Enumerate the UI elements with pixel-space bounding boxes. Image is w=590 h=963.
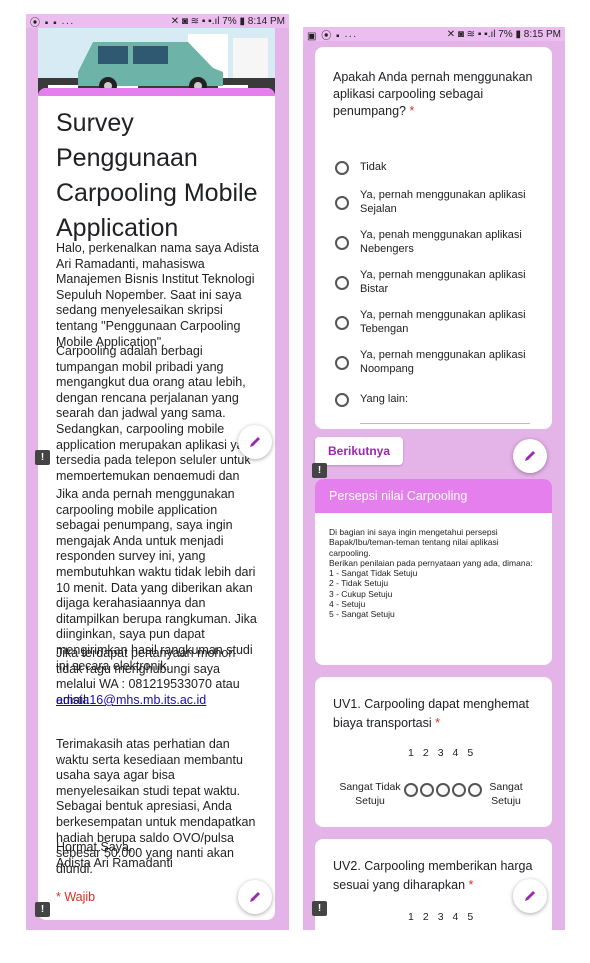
status-bar: ⦿ ▪ ▪ ··· ✕ ◙ ≋ ▪ ▪.ıl 7% ▮ 8:14 PM <box>26 14 289 29</box>
question-label: UV2. Carpooling memberikan harga sesuai … <box>333 859 533 892</box>
question-uv2-text: UV2. Carpooling memberikan harga sesuai … <box>333 857 538 895</box>
section-card: Persepsi nilai Carpooling Di bagian ini … <box>315 479 552 665</box>
option-nebengers[interactable]: Ya, penah menggunakan aplikasi Nebengers <box>335 229 540 256</box>
radio-button[interactable] <box>335 161 349 175</box>
scale-radio-5[interactable] <box>468 783 482 797</box>
option-label: Tidak <box>360 161 387 173</box>
scale-numbers: 1 2 3 4 5 <box>408 911 473 923</box>
option-noompang[interactable]: Ya, pernah menggunakan aplikasi Noompang <box>335 349 540 376</box>
scale-high-label: Sangat Setuju <box>489 781 523 807</box>
option-label: Ya, pernah menggunakan aplikasi Bistar <box>360 269 526 295</box>
question-card-uv1: UV1. Carpooling dapat menghemat biaya tr… <box>315 677 552 827</box>
scale-number: 4 <box>452 911 459 923</box>
pencil-icon <box>250 892 260 902</box>
desc-line: 5 - Sangat Setuju <box>329 609 395 620</box>
scale-low-label: Sangat Tidak Setuju <box>339 781 401 807</box>
scale-number: 3 <box>437 747 444 759</box>
option-tidak[interactable]: Tidak <box>335 157 540 175</box>
option-other[interactable]: Yang lain: <box>335 389 540 407</box>
option-bistar[interactable]: Ya, pernah menggunakan aplikasi Bistar <box>335 269 540 296</box>
left-bottom-screenshot: Jika anda pernah menggunakan carpooling … <box>26 480 289 930</box>
scale-number: 2 <box>422 911 429 923</box>
edit-button[interactable] <box>238 425 272 459</box>
scale-radio-1[interactable] <box>404 783 418 797</box>
report-flag-icon[interactable]: ! <box>35 902 50 917</box>
question-label: Apakah Anda pernah menggunakan aplikasi … <box>333 70 533 118</box>
status-bar: ▣ ⦿ ▪ ··· ✕ ◙ ≋ ▪ ▪.ıl 7% ▮ 8:15 PM <box>303 27 565 42</box>
status-right: ✕ ◙ ≋ ▪ ▪.ıl 7% ▮ 8:15 PM <box>446 28 561 40</box>
radio-button[interactable] <box>335 236 349 250</box>
form-title: Survey Penggunaan Carpooling Mobile Appl… <box>56 109 258 242</box>
signature-line-2: Adista Ari Ramadanti <box>56 856 173 870</box>
radio-button[interactable] <box>335 316 349 330</box>
option-label: Ya, penah menggunakan aplikasi Nebengers <box>360 229 522 255</box>
scale-number: 5 <box>467 747 474 759</box>
car-illustration-icon <box>38 28 275 96</box>
option-label: Ya, pernah menggunakan aplikasi Noompang <box>360 349 526 375</box>
scale-radio-4[interactable] <box>452 783 466 797</box>
intro-card-continued: Jika anda pernah menggunakan carpooling … <box>38 480 275 920</box>
option-sejalan[interactable]: Ya, pernah menggunakan aplikasi Sejalan <box>335 189 540 216</box>
status-icons: ⦿ ▪ ▪ ··· <box>30 17 75 29</box>
signature-line-1: Hormat Saya, <box>56 840 133 854</box>
option-label: Yang lain: <box>360 393 409 405</box>
edit-button[interactable] <box>513 879 547 913</box>
scale-number: 5 <box>467 911 474 923</box>
scale-radio-2[interactable] <box>420 783 434 797</box>
option-label: Ya, pernah menggunakan aplikasi Tebengan <box>360 309 526 335</box>
required-asterisk: * <box>468 878 474 892</box>
required-asterisk: * <box>435 716 441 730</box>
desc-line: 1 - Sangat Tidak Setuju <box>329 568 418 579</box>
intro-paragraph-1: Halo, perkenalkan nama saya Adista Ari R… <box>56 241 259 349</box>
radio-button[interactable] <box>335 276 349 290</box>
question-uv1-text: UV1. Carpooling dapat menghemat biaya tr… <box>333 695 538 733</box>
right-bottom-screenshot: Persepsi nilai Carpooling Di bagian ini … <box>303 479 565 930</box>
desc-line: Berikan penilaian pada pernyataan yang a… <box>329 557 533 568</box>
other-input-underline[interactable] <box>360 423 530 424</box>
scale-number: 1 <box>408 911 414 923</box>
required-asterisk: * <box>409 104 415 118</box>
scale-radio-3[interactable] <box>436 783 450 797</box>
report-flag-icon[interactable]: ! <box>312 463 327 478</box>
edit-button[interactable] <box>238 880 272 914</box>
scale-number: 4 <box>452 747 459 759</box>
right-top-screenshot: ▣ ⦿ ▪ ··· ✕ ◙ ≋ ▪ ▪.ıl 7% ▮ 8:15 PM Apak… <box>303 27 565 479</box>
desc-line: 4 - Setuju <box>329 599 366 610</box>
option-tebengan[interactable]: Ya, pernah menggunakan aplikasi Tebengan <box>335 309 540 336</box>
header-image <box>38 28 275 96</box>
question-label: UV1. Carpooling dapat menghemat biaya tr… <box>333 697 529 730</box>
report-flag-icon[interactable]: ! <box>35 450 50 465</box>
pencil-icon <box>250 437 260 447</box>
next-button[interactable]: Berikutnya <box>315 437 403 465</box>
scale-number: 2 <box>422 747 429 759</box>
radio-button[interactable] <box>335 196 349 210</box>
email-link[interactable]: adista16@mhs.mb.its.ac.id <box>56 693 206 707</box>
question-text: Apakah Anda pernah menggunakan aplikasi … <box>333 69 543 120</box>
scale-radios <box>404 783 482 797</box>
option-label: Ya, pernah menggunakan aplikasi Sejalan <box>360 189 526 215</box>
card-accent-bar <box>38 88 275 96</box>
section-header: Persepsi nilai Carpooling <box>315 479 552 513</box>
pencil-icon <box>525 891 535 901</box>
question-card: Apakah Anda pernah menggunakan aplikasi … <box>315 47 552 429</box>
status-icons: ▣ ⦿ ▪ ··· <box>307 30 358 42</box>
radio-button[interactable] <box>335 393 349 407</box>
section-description: Di bagian ini saya ingin mengetahui pers… <box>329 527 534 620</box>
desc-line: 3 - Cukup Setuju <box>329 588 393 599</box>
required-note: * Wajib <box>56 890 96 904</box>
intro-paragraph-2: Carpooling adalah berbagi tumpangan mobi… <box>56 344 258 480</box>
desc-line: Di bagian ini saya ingin mengetahui pers… <box>329 527 499 558</box>
radio-button[interactable] <box>335 356 349 370</box>
intro-card: Survey Penggunaan Carpooling Mobile Appl… <box>38 88 275 480</box>
scale-number: 3 <box>437 911 444 923</box>
scale-number: 1 <box>408 747 414 759</box>
pencil-icon <box>525 451 535 461</box>
scale-numbers: 1 2 3 4 5 <box>408 747 473 759</box>
left-top-screenshot: ⦿ ▪ ▪ ··· ✕ ◙ ≋ ▪ ▪.ıl 7% ▮ 8:14 PM Surv… <box>26 14 289 480</box>
status-right: ✕ ◙ ≋ ▪ ▪.ıl 7% ▮ 8:14 PM <box>170 15 285 27</box>
desc-line: 2 - Tidak Setuju <box>329 578 389 589</box>
report-flag-icon[interactable]: ! <box>312 901 327 916</box>
edit-button[interactable] <box>513 439 547 473</box>
